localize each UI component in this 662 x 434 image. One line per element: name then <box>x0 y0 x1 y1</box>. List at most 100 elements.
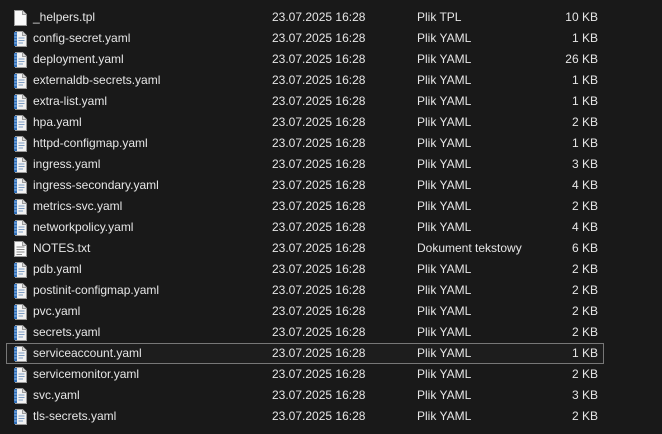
file-date: 23.07.2025 16:28 <box>272 115 366 129</box>
file-size: 1 KB <box>571 136 598 150</box>
file-type: Plik YAML <box>417 31 472 45</box>
file-type: Plik YAML <box>417 283 472 297</box>
file-row[interactable]: postinit-configmap.yaml 23.07.2025 16:28… <box>6 280 604 301</box>
file-row[interactable]: deployment.yaml 23.07.2025 16:28 Plik YA… <box>6 49 604 70</box>
file-size: 6 KB <box>571 241 598 255</box>
file-type: Plik YAML <box>417 325 472 339</box>
file-size: 3 KB <box>571 157 598 171</box>
file-size: 1 KB <box>571 94 598 108</box>
file-row[interactable]: secrets.yaml 23.07.2025 16:28 Plik YAML … <box>6 322 604 343</box>
file-size: 2 KB <box>571 262 598 276</box>
file-size: 2 KB <box>571 325 598 339</box>
file-type: Plik YAML <box>417 178 472 192</box>
file-type: Plik YAML <box>417 409 472 423</box>
file-type: Plik YAML <box>417 136 472 150</box>
file-type: Plik YAML <box>417 199 472 213</box>
yaml-file-icon <box>14 178 27 194</box>
file-row[interactable]: _helpers.tpl 23.07.2025 16:28 Plik TPL 1… <box>6 7 604 28</box>
file-size: 2 KB <box>571 367 598 381</box>
file-date: 23.07.2025 16:28 <box>272 388 366 402</box>
file-date: 23.07.2025 16:28 <box>272 10 366 24</box>
yaml-file-icon <box>14 346 27 362</box>
file-type: Plik YAML <box>417 346 472 360</box>
file-name: tls-secrets.yaml <box>33 409 117 423</box>
file-row[interactable]: ingress.yaml 23.07.2025 16:28 Plik YAML … <box>6 154 604 175</box>
file-name: externaldb-secrets.yaml <box>33 73 161 87</box>
yaml-file-icon <box>14 31 27 47</box>
file-size: 2 KB <box>571 409 598 423</box>
file-name: deployment.yaml <box>33 52 124 66</box>
file-name: config-secret.yaml <box>33 31 131 45</box>
file-name: _helpers.tpl <box>33 10 96 24</box>
file-date: 23.07.2025 16:28 <box>272 283 366 297</box>
file-type: Plik YAML <box>417 73 472 87</box>
file-name: ingress.yaml <box>33 157 101 171</box>
file-row[interactable]: tls-secrets.yaml 23.07.2025 16:28 Plik Y… <box>6 406 604 427</box>
file-row[interactable]: config-secret.yaml 23.07.2025 16:28 Plik… <box>6 28 604 49</box>
yaml-file-icon <box>14 325 27 341</box>
text-file-icon <box>14 241 27 257</box>
yaml-file-icon <box>14 367 27 383</box>
file-size: 3 KB <box>571 388 598 402</box>
yaml-file-icon <box>14 52 27 68</box>
file-date: 23.07.2025 16:28 <box>272 199 366 213</box>
yaml-file-icon <box>14 409 27 425</box>
file-name: secrets.yaml <box>33 325 101 339</box>
file-size: 1 KB <box>571 73 598 87</box>
file-date: 23.07.2025 16:28 <box>272 220 366 234</box>
plain-file-icon <box>14 10 27 26</box>
file-date: 23.07.2025 16:28 <box>272 31 366 45</box>
yaml-file-icon <box>14 157 27 173</box>
file-type: Plik YAML <box>417 220 472 234</box>
file-size: 2 KB <box>571 304 598 318</box>
yaml-file-icon <box>14 199 27 215</box>
file-row[interactable]: extra-list.yaml 23.07.2025 16:28 Plik YA… <box>6 91 604 112</box>
file-type: Plik YAML <box>417 367 472 381</box>
file-size: 2 KB <box>571 115 598 129</box>
file-row[interactable]: ingress-secondary.yaml 23.07.2025 16:28 … <box>6 175 604 196</box>
file-size: 1 KB <box>571 31 598 45</box>
file-row[interactable]: pdb.yaml 23.07.2025 16:28 Plik YAML 2 KB <box>6 259 604 280</box>
file-date: 23.07.2025 16:28 <box>272 409 366 423</box>
yaml-file-icon <box>14 220 27 236</box>
file-name: NOTES.txt <box>33 241 91 255</box>
yaml-file-icon <box>14 283 27 299</box>
file-name: pvc.yaml <box>33 304 81 318</box>
file-name: ingress-secondary.yaml <box>33 178 159 192</box>
file-type: Plik YAML <box>417 52 472 66</box>
file-name: svc.yaml <box>33 388 80 402</box>
file-name: postinit-configmap.yaml <box>33 283 160 297</box>
file-row[interactable]: metrics-svc.yaml 23.07.2025 16:28 Plik Y… <box>6 196 604 217</box>
file-size: 2 KB <box>571 199 598 213</box>
file-type: Plik TPL <box>417 10 462 24</box>
file-row[interactable]: httpd-configmap.yaml 23.07.2025 16:28 Pl… <box>6 133 604 154</box>
file-date: 23.07.2025 16:28 <box>272 136 366 150</box>
file-row[interactable]: networkpolicy.yaml 23.07.2025 16:28 Plik… <box>6 217 604 238</box>
yaml-file-icon <box>14 304 27 320</box>
file-row[interactable]: hpa.yaml 23.07.2025 16:28 Plik YAML 2 KB <box>6 112 604 133</box>
file-type: Plik YAML <box>417 115 472 129</box>
yaml-file-icon <box>14 388 27 404</box>
file-row[interactable]: svc.yaml 23.07.2025 16:28 Plik YAML 3 KB <box>6 385 604 406</box>
file-type: Plik YAML <box>417 262 472 276</box>
yaml-file-icon <box>14 262 27 278</box>
yaml-file-icon <box>14 136 27 152</box>
file-date: 23.07.2025 16:28 <box>272 73 366 87</box>
file-row[interactable]: externaldb-secrets.yaml 23.07.2025 16:28… <box>6 70 604 91</box>
file-name: networkpolicy.yaml <box>33 220 134 234</box>
file-list: _helpers.tpl 23.07.2025 16:28 Plik TPL 1… <box>0 0 662 434</box>
file-type: Plik YAML <box>417 94 472 108</box>
file-row[interactable]: pvc.yaml 23.07.2025 16:28 Plik YAML 2 KB <box>6 301 604 322</box>
file-row[interactable]: NOTES.txt 23.07.2025 16:28 Dokument teks… <box>6 238 604 259</box>
file-date: 23.07.2025 16:28 <box>272 304 366 318</box>
file-row-selected[interactable]: serviceaccount.yaml 23.07.2025 16:28 Pli… <box>6 343 604 364</box>
file-name: hpa.yaml <box>33 115 82 129</box>
file-size: 1 KB <box>571 346 598 360</box>
file-date: 23.07.2025 16:28 <box>272 178 366 192</box>
file-size: 4 KB <box>571 220 598 234</box>
file-row[interactable]: servicemonitor.yaml 23.07.2025 16:28 Pli… <box>6 364 604 385</box>
file-name: servicemonitor.yaml <box>33 367 140 381</box>
yaml-file-icon <box>14 73 27 89</box>
file-name: pdb.yaml <box>33 262 82 276</box>
file-size: 4 KB <box>571 178 598 192</box>
